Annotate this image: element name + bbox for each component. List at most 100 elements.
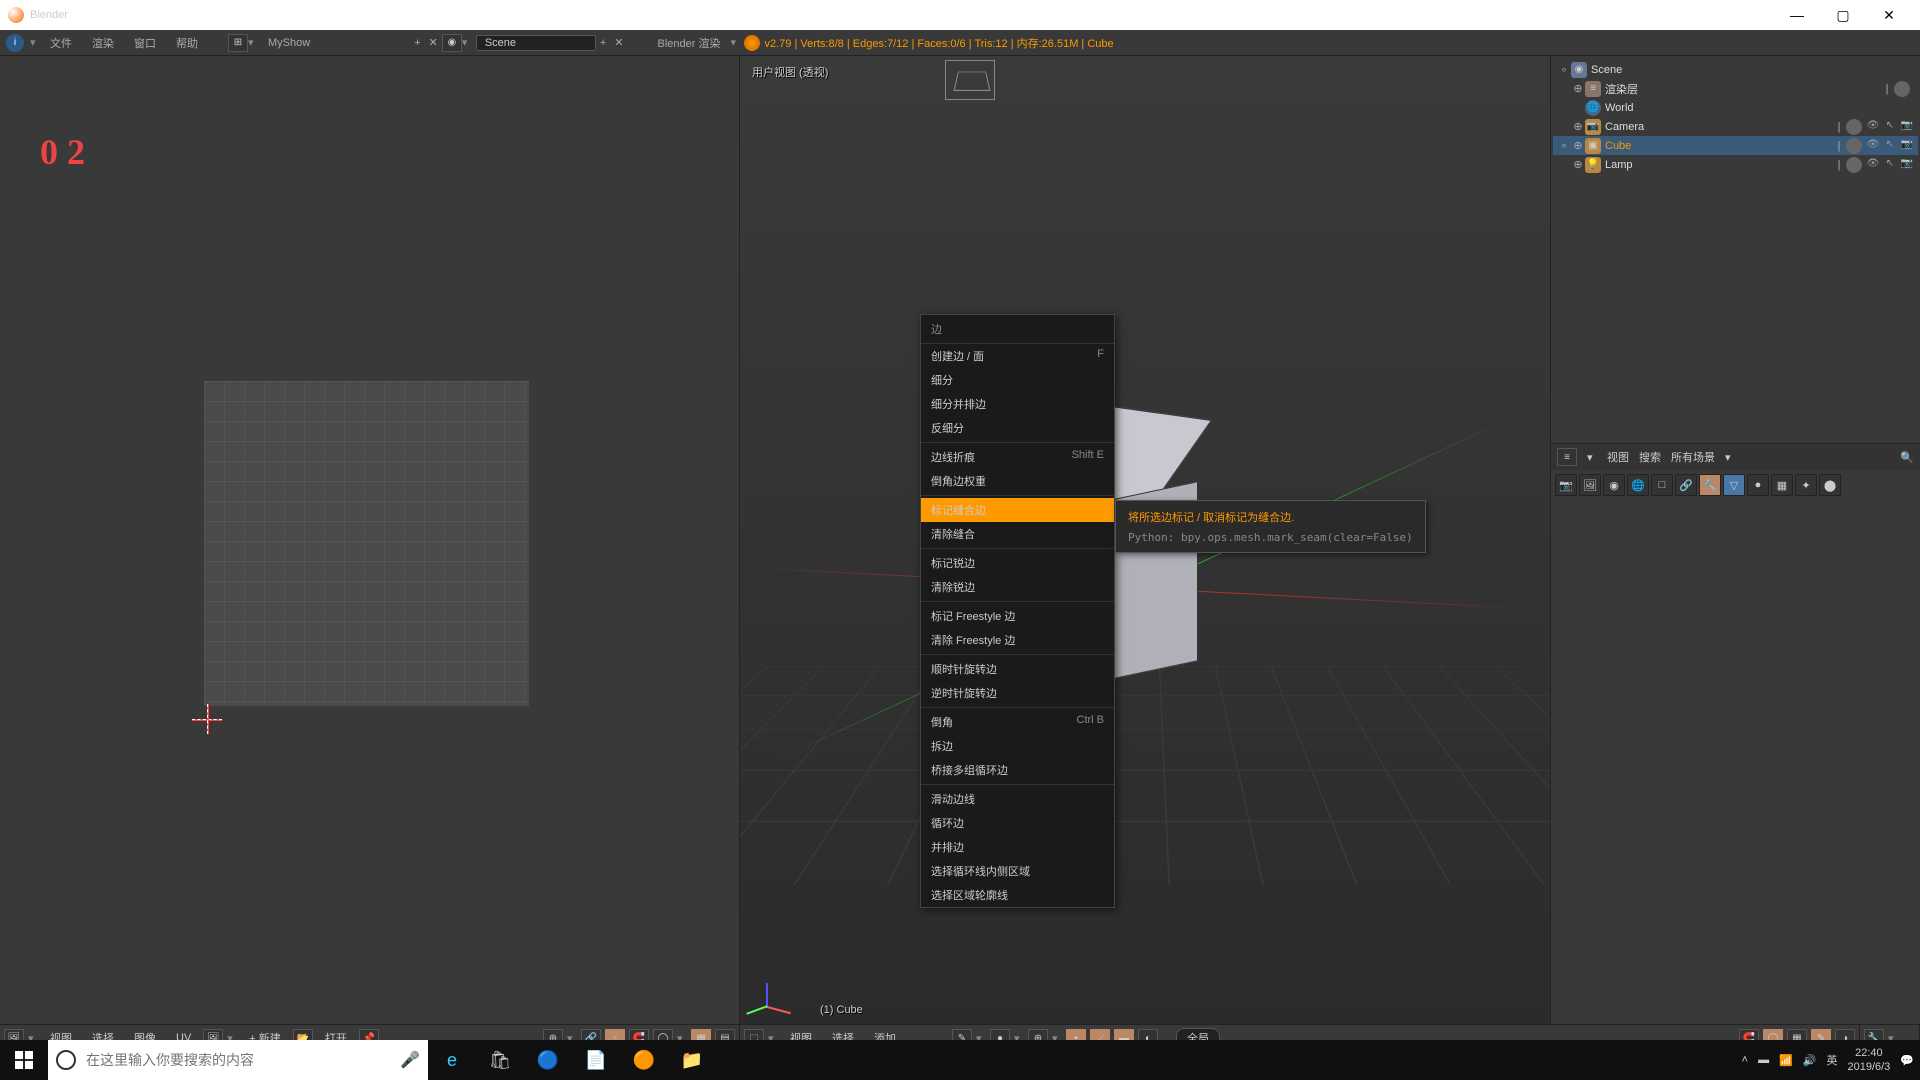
render-toggle[interactable]: 📷	[1900, 158, 1914, 172]
screen-layout-name[interactable]: MyShow	[258, 37, 320, 49]
context-menu-item[interactable]: 顺时针旋转边	[921, 657, 1114, 681]
axis-widget	[746, 976, 786, 1016]
screen-layout-icon[interactable]: ⊞	[228, 34, 248, 52]
outliner-row-world[interactable]: 🌐 World	[1553, 98, 1918, 117]
lamp-icon: 💡	[1585, 157, 1601, 173]
clock[interactable]: 22:40 2019/6/3	[1847, 1046, 1890, 1074]
context-menu-item[interactable]: 选择区域轮廓线	[921, 883, 1114, 907]
uv-image-editor[interactable]: 0 2	[0, 56, 740, 1024]
close-button[interactable]: ✕	[1866, 7, 1912, 24]
taskbar-chrome-icon[interactable]: 🔵	[524, 1040, 572, 1080]
select-toggle[interactable]: ↖	[1883, 139, 1897, 153]
visibility-toggle[interactable]: 👁	[1866, 120, 1880, 134]
context-menu-item[interactable]: 边线折痕Shift E	[921, 445, 1114, 469]
info-header: i ▾ 文件 渲染 窗口 帮助 ⊞ ▾ MyShow + ✕ ◉ ▾ Scene…	[0, 30, 1920, 56]
tab-texture[interactable]: ▦	[1771, 474, 1793, 496]
tab-modifiers[interactable]: 🔧	[1699, 474, 1721, 496]
editor-type-icon[interactable]: i	[6, 34, 24, 52]
start-button[interactable]	[0, 1040, 48, 1080]
filter-dropdown[interactable]: 所有场景	[1671, 449, 1715, 465]
context-menu-item[interactable]: 反细分	[921, 416, 1114, 440]
chevron-down-icon[interactable]: ▾	[30, 36, 40, 49]
add-scene-button[interactable]: +	[596, 37, 610, 49]
taskbar-explorer-icon[interactable]: 📁	[668, 1040, 716, 1080]
select-toggle[interactable]: ↖	[1883, 120, 1897, 134]
data-icon	[1894, 81, 1910, 97]
view-menu[interactable]: 视图	[1607, 449, 1629, 465]
context-menu-item[interactable]: 桥接多组循环边	[921, 758, 1114, 782]
outliner-row-lamp[interactable]: ⊕💡 Lamp | 👁↖📷	[1553, 155, 1918, 174]
context-menu-item[interactable]: 并排边	[921, 835, 1114, 859]
taskbar-search[interactable]: 🎤	[48, 1040, 428, 1080]
tab-renderlayers[interactable]: 🖼	[1579, 474, 1601, 496]
taskbar-edge-icon[interactable]: e	[428, 1040, 476, 1080]
context-menu-item[interactable]: 标记锐边	[921, 551, 1114, 575]
menu-help[interactable]: 帮助	[166, 35, 208, 51]
outliner-row-scene[interactable]: ∘◉ Scene	[1553, 60, 1918, 79]
context-menu-item[interactable]: 细分并排边	[921, 392, 1114, 416]
context-menu-item[interactable]: 清除 Freestyle 边	[921, 628, 1114, 652]
chevron-down-icon[interactable]: ▾	[730, 36, 740, 49]
context-menu-item[interactable]: 标记缝合边	[921, 498, 1114, 522]
menu-window[interactable]: 窗口	[124, 35, 166, 51]
chevron-down-icon[interactable]: ▾	[248, 36, 258, 49]
outliner-row-cube[interactable]: ∘⊕▣ Cube | 👁↖📷	[1553, 136, 1918, 155]
menu-file[interactable]: 文件	[40, 35, 82, 51]
battery-icon[interactable]: ▬	[1758, 1054, 1769, 1066]
render-engine-dropdown[interactable]: Blender 渲染	[648, 35, 731, 51]
tray-expand-icon[interactable]: ˄	[1742, 1054, 1748, 1066]
tab-physics[interactable]: ⬤	[1819, 474, 1841, 496]
render-toggle[interactable]: 📷	[1900, 139, 1914, 153]
scene-name-field[interactable]: Scene	[476, 35, 596, 51]
tab-material[interactable]: ●	[1747, 474, 1769, 496]
scene-browse-icon[interactable]: ◉	[442, 34, 462, 52]
visibility-toggle[interactable]: 👁	[1866, 158, 1880, 172]
render-toggle[interactable]: 📷	[1900, 120, 1914, 134]
context-menu-item[interactable]: 拆边	[921, 734, 1114, 758]
minimize-button[interactable]: —	[1774, 7, 1820, 23]
delete-layout-button[interactable]: ✕	[425, 36, 442, 49]
3d-viewport[interactable]: 用户视图 (透视) (1) Cube 边 创建边 / 面F细分细分并排边反细分边…	[740, 56, 1550, 1024]
context-menu-item[interactable]: 倒角边权重	[921, 469, 1114, 493]
search-input[interactable]	[86, 1052, 400, 1068]
editor-type-icon[interactable]: ≡	[1557, 448, 1577, 466]
outliner-row-renderlayers[interactable]: ⊕≡ 渲染层 |	[1553, 79, 1918, 98]
tab-particles[interactable]: ✦	[1795, 474, 1817, 496]
tab-render[interactable]: 📷	[1555, 474, 1577, 496]
context-menu-item[interactable]: 标记 Freestyle 边	[921, 604, 1114, 628]
context-menu-item[interactable]: 创建边 / 面F	[921, 344, 1114, 368]
maximize-button[interactable]: ▢	[1820, 7, 1866, 24]
chevron-down-icon[interactable]: ▾	[462, 36, 472, 49]
taskbar-word-icon[interactable]: 📄	[572, 1040, 620, 1080]
tab-scene[interactable]: ◉	[1603, 474, 1625, 496]
context-menu-item[interactable]: 滑动边线	[921, 787, 1114, 811]
wifi-icon[interactable]: 📶	[1779, 1054, 1793, 1067]
microphone-icon[interactable]: 🎤	[400, 1050, 420, 1070]
context-menu-item[interactable]: 逆时针旋转边	[921, 681, 1114, 705]
delete-scene-button[interactable]: ✕	[610, 36, 627, 49]
search-menu[interactable]: 搜索	[1639, 449, 1661, 465]
outliner[interactable]: ∘◉ Scene ⊕≡ 渲染层 | 🌐 World ⊕📷 Camera | 👁↖…	[1551, 56, 1920, 443]
menu-render[interactable]: 渲染	[82, 35, 124, 51]
ime-indicator[interactable]: 英	[1826, 1052, 1837, 1068]
outliner-row-camera[interactable]: ⊕📷 Camera | 👁↖📷	[1553, 117, 1918, 136]
taskbar-blender-icon[interactable]: 🟠	[620, 1040, 668, 1080]
taskbar-store-icon[interactable]: 🛍	[476, 1040, 524, 1080]
notifications-icon[interactable]: 💬	[1900, 1054, 1914, 1067]
context-menu-item[interactable]: 清除缝合	[921, 522, 1114, 546]
tab-object[interactable]: □	[1651, 474, 1673, 496]
volume-icon[interactable]: 🔊	[1803, 1054, 1817, 1067]
tab-constraints[interactable]: 🔗	[1675, 474, 1697, 496]
tab-world[interactable]: 🌐	[1627, 474, 1649, 496]
search-icon[interactable]: 🔍	[1900, 451, 1914, 464]
scene-icon: ◉	[1571, 62, 1587, 78]
context-menu-item[interactable]: 选择循环线内侧区域	[921, 859, 1114, 883]
visibility-toggle[interactable]: 👁	[1866, 139, 1880, 153]
context-menu-item[interactable]: 细分	[921, 368, 1114, 392]
context-menu-item[interactable]: 循环边	[921, 811, 1114, 835]
add-layout-button[interactable]: +	[410, 37, 424, 49]
context-menu-item[interactable]: 倒角Ctrl B	[921, 710, 1114, 734]
tab-data[interactable]: ▽	[1723, 474, 1745, 496]
select-toggle[interactable]: ↖	[1883, 158, 1897, 172]
context-menu-item[interactable]: 清除锐边	[921, 575, 1114, 599]
